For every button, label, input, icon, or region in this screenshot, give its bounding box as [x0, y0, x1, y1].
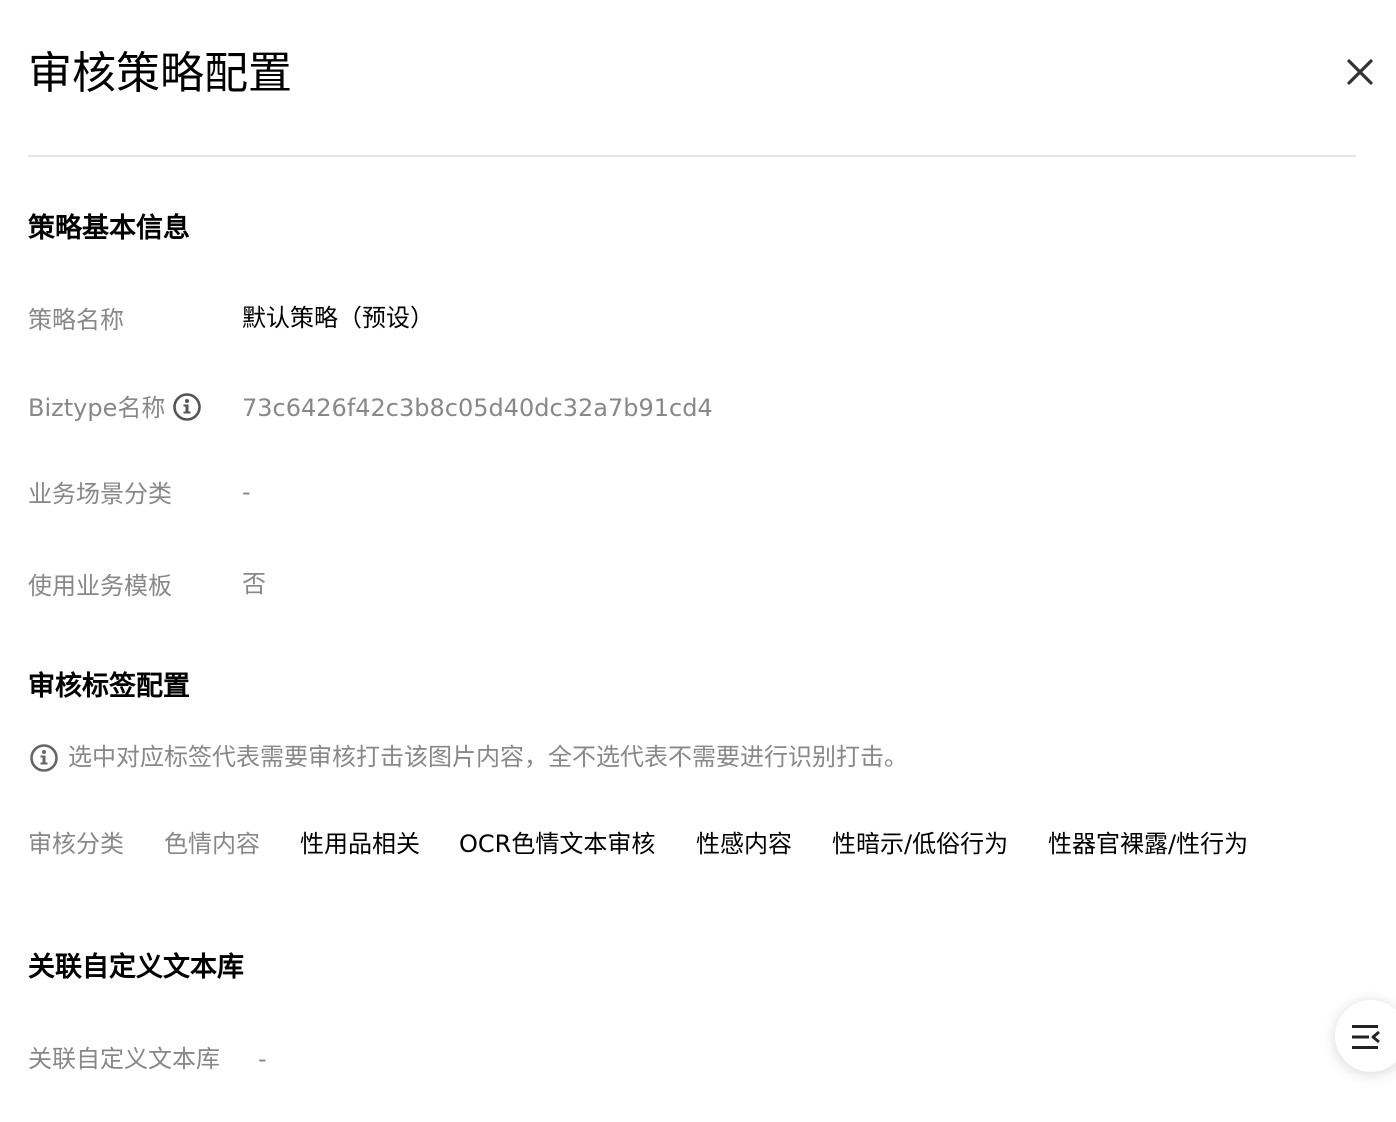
field-value-text-library: - [258, 1045, 267, 1073]
field-value-biztype: 73c6426f42c3b8c05d40dc32a7b91cd4 [242, 394, 713, 422]
section-title-text-library: 关联自定义文本库 [28, 952, 244, 983]
floating-menu-button[interactable] [1335, 1000, 1396, 1072]
category-tag-ocr-porn-text[interactable]: OCR色情文本审核 [459, 828, 655, 860]
section-title-basic-info: 策略基本信息 [28, 213, 190, 244]
section-title-label-config: 审核标签配置 [28, 671, 190, 702]
category-tag-nudity[interactable]: 性器官裸露/性行为 [1048, 828, 1248, 860]
close-button[interactable] [1340, 52, 1380, 92]
category-row-label: 审核分类 [28, 830, 124, 858]
header-divider [28, 155, 1356, 157]
label-config-hint: 选中对应标签代表需要审核打击该图片内容，全不选代表不需要进行识别打击。 [68, 743, 908, 771]
field-label-text-library: 关联自定义文本库 [28, 1045, 220, 1073]
info-icon[interactable] [172, 392, 202, 422]
category-tag-sexy[interactable]: 性感内容 [696, 828, 792, 860]
field-value-scene-category: - [242, 478, 251, 506]
category-tag-sexual-suggestion[interactable]: 性暗示/低俗行为 [832, 828, 1008, 860]
field-value-policy-name: 默认策略（预设） [242, 304, 434, 332]
category-tag-porn[interactable]: 色情内容 [164, 828, 260, 860]
info-icon [30, 744, 58, 772]
category-tag-sex-products[interactable]: 性用品相关 [300, 828, 420, 860]
field-label-use-template: 使用业务模板 [28, 572, 172, 600]
field-value-use-template: 否 [242, 570, 266, 598]
menu-collapse-icon [1352, 1025, 1380, 1049]
close-icon [1347, 59, 1373, 85]
field-label-scene-category: 业务场景分类 [28, 480, 172, 508]
field-label-biztype: Biztype名称 [28, 394, 166, 422]
field-label-policy-name: 策略名称 [28, 306, 124, 334]
page-title: 审核策略配置 [28, 48, 292, 99]
